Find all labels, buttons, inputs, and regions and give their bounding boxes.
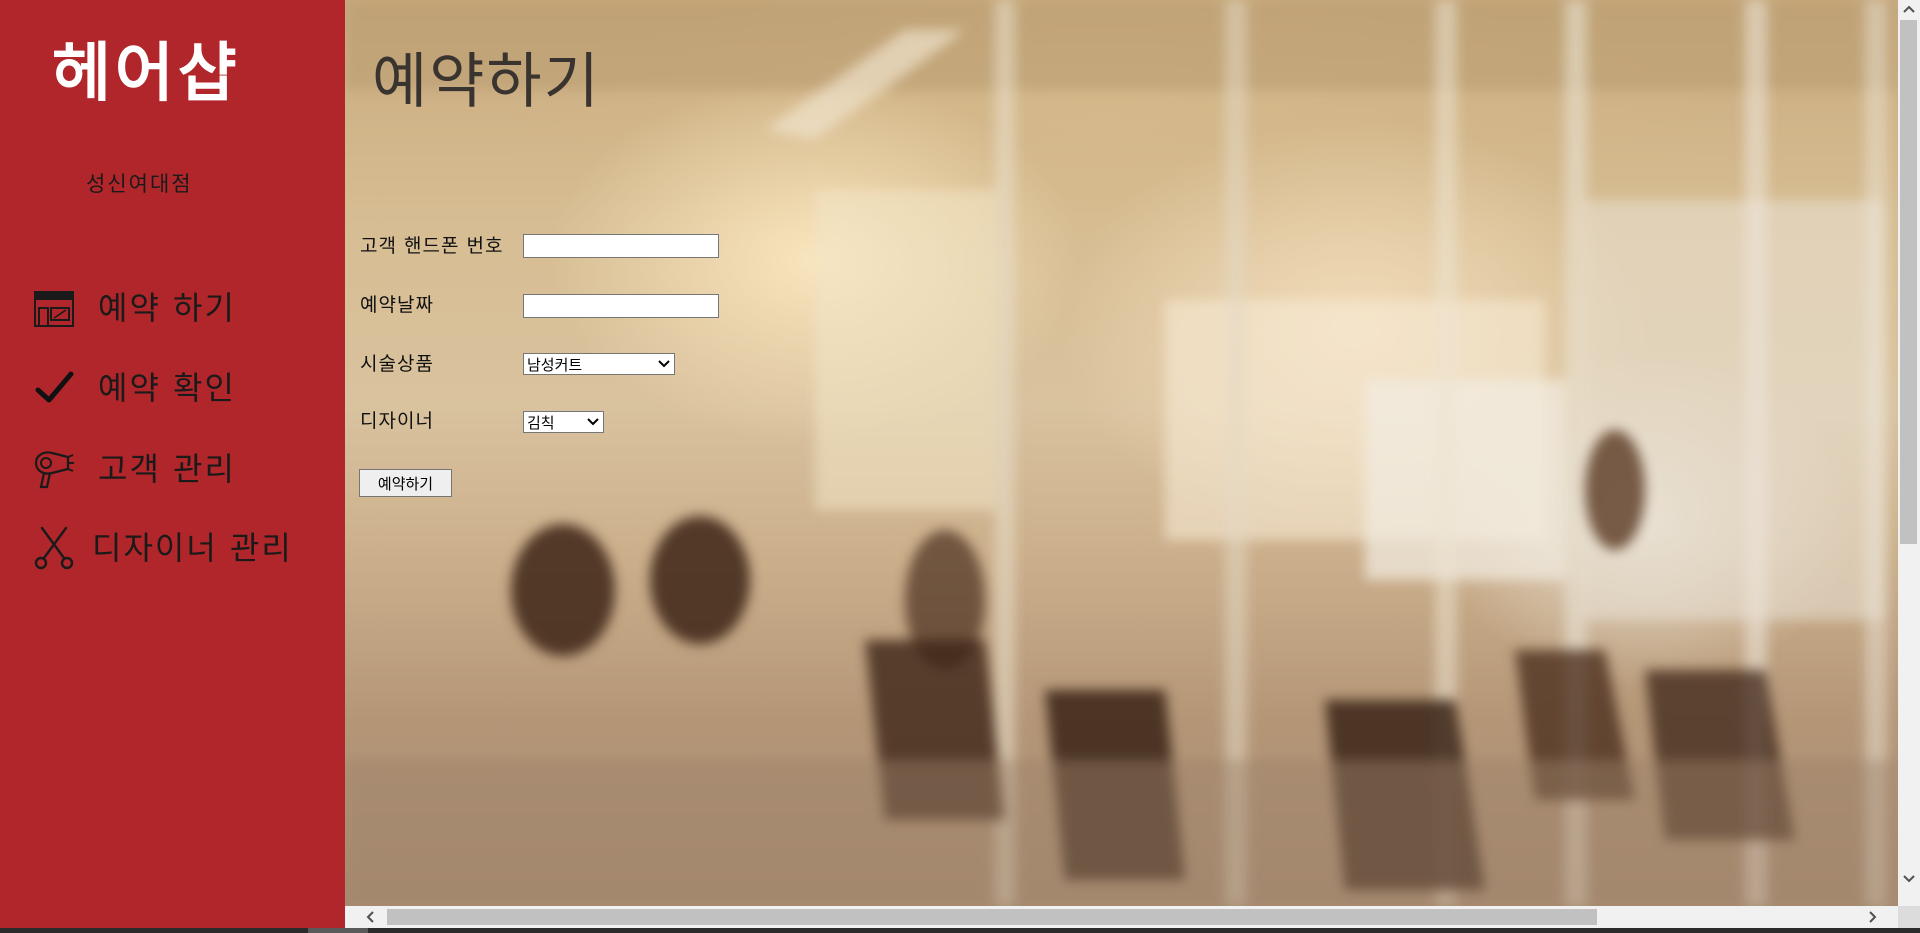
branch-name: 성신여대점	[86, 172, 193, 196]
reserve-submit-button[interactable]: 예약하기	[359, 469, 452, 497]
date-label: 예약날짜	[360, 294, 434, 316]
nav-label: 고객 관리	[98, 450, 236, 488]
nav-label: 예약 하기	[98, 289, 236, 327]
checkmark-icon	[30, 364, 78, 412]
scissors-icon	[30, 524, 78, 572]
service-select[interactable]: 남성커트	[523, 353, 675, 375]
app-window: 헤어샵 성신여대점 예약 하기 예약 확인 고객 관리 디자이너 관리 예약하기…	[0, 0, 1920, 933]
chevron-up-icon[interactable]	[1898, 0, 1920, 18]
chevron-right-icon[interactable]	[1862, 906, 1884, 928]
horizontal-scrollbar-thumb[interactable]	[387, 909, 1597, 925]
nav-item-check-reservation[interactable]: 예약 확인	[30, 360, 330, 416]
chevron-down-icon[interactable]	[1898, 870, 1920, 888]
chevron-down-icon	[654, 354, 674, 374]
nav-label: 예약 확인	[98, 369, 236, 407]
horizontal-scrollbar[interactable]	[345, 906, 1898, 928]
nav-item-make-reservation[interactable]: 예약 하기	[30, 280, 330, 336]
salon-background-image	[345, 0, 1898, 906]
taskbar-indicator	[308, 928, 368, 933]
storefront-icon	[30, 284, 78, 332]
sidebar: 헤어샵 성신여대점 예약 하기 예약 확인 고객 관리 디자이너 관리	[0, 0, 345, 933]
phone-input[interactable]	[523, 234, 719, 258]
designer-select[interactable]: 김칙	[523, 411, 604, 433]
taskbar-strip	[0, 928, 1920, 933]
nav-item-customer-management[interactable]: 고객 관리	[30, 441, 330, 497]
service-label: 시술상품	[360, 353, 434, 375]
date-input[interactable]	[523, 294, 719, 318]
nav-item-designer-management[interactable]: 디자이너 관리	[30, 520, 330, 576]
vertical-scrollbar[interactable]	[1898, 0, 1920, 906]
designer-label: 디자이너	[360, 410, 434, 432]
chevron-down-icon	[583, 412, 603, 432]
phone-label: 고객 핸드폰 번호	[360, 235, 504, 257]
brand-title: 헤어샵	[52, 37, 241, 111]
nav-label: 디자이너 관리	[92, 529, 293, 567]
service-select-value: 남성커트	[527, 355, 583, 374]
main-content: 예약하기 고객 핸드폰 번호 예약날짜 시술상품 남성커트 디자이너 김칙 예약…	[345, 0, 1898, 906]
scrollbar-corner	[1898, 906, 1920, 928]
page-title: 예약하기	[372, 47, 601, 117]
chevron-left-icon[interactable]	[359, 906, 381, 928]
vertical-scrollbar-thumb[interactable]	[1900, 20, 1917, 544]
hair-dryer-icon	[30, 445, 78, 493]
designer-select-value: 김칙	[527, 413, 555, 432]
